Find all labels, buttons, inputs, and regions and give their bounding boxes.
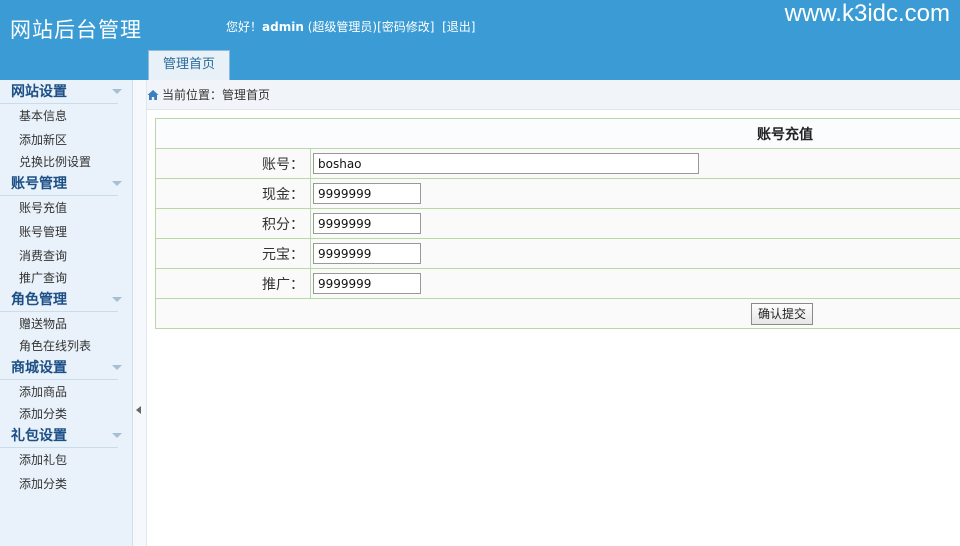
sidebar-group-account: 账号管理 账号充值 账号管理 消费查询 推广查询 — [0, 172, 132, 288]
promo-input[interactable] — [313, 273, 421, 294]
sidebar-item-account-manage[interactable]: 账号管理 — [0, 220, 132, 244]
sidebar-group-title[interactable]: 商城设置 — [0, 356, 122, 380]
sidebar-item-promo-query[interactable]: 推广查询 — [0, 268, 132, 288]
sidebar-item-add-product[interactable]: 添加商品 — [0, 380, 132, 404]
form-title-row: 账号充值 — [155, 118, 960, 149]
sidebar-group-role: 角色管理 赠送物品 角色在线列表 — [0, 288, 132, 356]
sidebar-group-site-settings: 网站设置 基本信息 添加新区 兑换比例设置 — [0, 80, 132, 172]
points-input[interactable] — [313, 213, 421, 234]
sidebar-item-online-roles[interactable]: 角色在线列表 — [0, 336, 132, 356]
form-row-points: 积分： — [155, 208, 960, 239]
sidebar-group-gift-pack: 礼包设置 添加礼包 添加分类 — [0, 424, 132, 496]
watermark: www.k3idc.com — [784, 0, 950, 27]
cash-label: 现金： — [155, 178, 311, 209]
ingot-input[interactable] — [313, 243, 421, 264]
tab-home[interactable]: 管理首页 — [148, 50, 230, 80]
account-label: 账号： — [155, 148, 311, 179]
sidebar-collapse-strip[interactable] — [133, 80, 147, 546]
account-input[interactable] — [313, 153, 699, 174]
change-password-link[interactable]: [密码修改] — [377, 20, 434, 34]
chevron-down-icon — [112, 433, 122, 438]
home-icon — [147, 90, 159, 100]
sidebar-item-add-gift-pack[interactable]: 添加礼包 — [0, 448, 132, 472]
chevron-down-icon — [112, 89, 122, 94]
collapse-left-icon[interactable] — [136, 406, 141, 414]
sidebar-item-account-recharge[interactable]: 账号充值 — [0, 196, 132, 220]
sidebar-group-title[interactable]: 网站设置 — [0, 80, 122, 104]
sidebar: 网站设置 基本信息 添加新区 兑换比例设置 账号管理 账号充值 账号管理 消费查… — [0, 80, 133, 546]
header: 网站后台管理 您好！admin (超级管理员)[密码修改] [退出] www.k… — [0, 0, 960, 80]
sidebar-item-gift-item[interactable]: 赠送物品 — [0, 312, 132, 336]
site-logo: 网站后台管理 — [10, 18, 142, 42]
sidebar-group-title[interactable]: 账号管理 — [0, 172, 122, 196]
sidebar-item-add-category[interactable]: 添加分类 — [0, 404, 132, 424]
form-submit-row: 确认提交 — [155, 298, 960, 329]
form-row-account: 账号： — [155, 148, 960, 179]
recharge-form: 账号充值 账号： 现金： 积分： 元宝： 推广： 确认提交 — [155, 118, 960, 329]
form-row-ingot: 元宝： — [155, 238, 960, 269]
points-label: 积分： — [155, 208, 311, 239]
logout-link[interactable]: [退出] — [442, 20, 475, 34]
breadcrumb-text: 当前位置：管理首页 — [162, 88, 271, 102]
sidebar-item-add-gift-category[interactable]: 添加分类 — [0, 472, 132, 496]
chevron-down-icon — [112, 181, 122, 186]
ingot-label: 元宝： — [155, 238, 311, 269]
breadcrumb: 当前位置：管理首页 — [147, 80, 960, 110]
submit-button[interactable]: 确认提交 — [751, 302, 814, 325]
sidebar-group-title[interactable]: 角色管理 — [0, 288, 122, 312]
user-role: (超级管理员) — [307, 20, 378, 34]
recharge-table: 账号充值 账号： 现金： 积分： 元宝： 推广： 确认提交 — [155, 118, 960, 329]
sidebar-item-consumption-query[interactable]: 消费查询 — [0, 244, 132, 268]
sidebar-group-shop: 商城设置 添加商品 添加分类 — [0, 356, 132, 424]
form-row-cash: 现金： — [155, 178, 960, 209]
chevron-down-icon — [112, 365, 122, 370]
form-title: 账号充值 — [155, 118, 960, 149]
form-row-promo: 推广： — [155, 268, 960, 299]
greeting-prefix: 您好！ — [226, 20, 263, 34]
sidebar-item-add-zone[interactable]: 添加新区 — [0, 128, 132, 152]
sidebar-item-exchange-ratio[interactable]: 兑换比例设置 — [0, 152, 132, 172]
promo-label: 推广： — [155, 268, 311, 299]
username: admin — [262, 20, 304, 34]
chevron-down-icon — [112, 297, 122, 302]
sidebar-item-basic-info[interactable]: 基本信息 — [0, 104, 132, 128]
cash-input[interactable] — [313, 183, 421, 204]
user-greeting: 您好！admin (超级管理员)[密码修改] [退出] — [226, 18, 475, 35]
sidebar-group-title[interactable]: 礼包设置 — [0, 424, 122, 448]
